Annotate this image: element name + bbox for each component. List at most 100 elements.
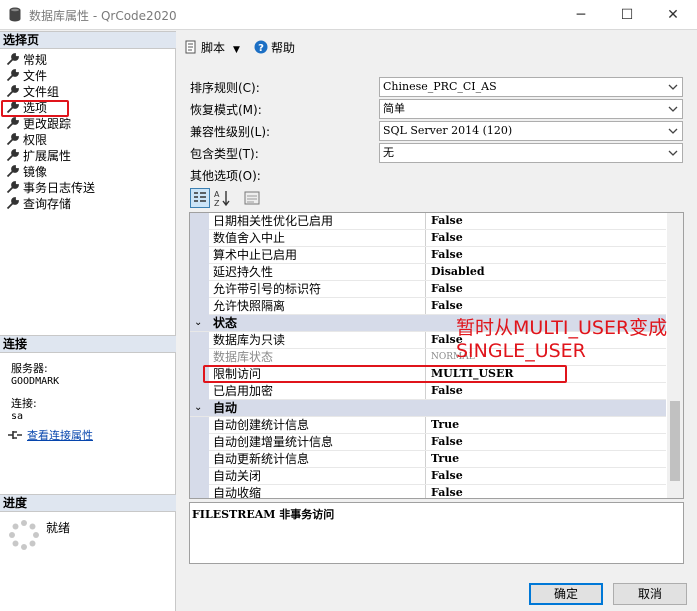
- grid-row[interactable]: 自动更新统计信息 True: [190, 451, 666, 468]
- chevron-down-icon: [668, 150, 678, 156]
- grid-row[interactable]: 允许带引号的标识符 False: [190, 281, 666, 298]
- help-icon: ?: [254, 40, 268, 54]
- sidebar-item-label: 扩展属性: [23, 149, 72, 163]
- containment-type-value: 无: [383, 146, 394, 159]
- collation-value: Chinese_PRC_CI_AS: [383, 80, 497, 93]
- sidebar-item-label: 查询存储: [23, 197, 72, 211]
- sidebar-item-label: 权限: [23, 133, 48, 147]
- connection-header: 连接: [0, 335, 176, 353]
- chevron-down-icon: [668, 106, 678, 112]
- view-connection-properties[interactable]: 查看连接属性: [7, 429, 93, 442]
- sidebar-item-extended-properties[interactable]: 扩展属性: [6, 148, 71, 164]
- grid-view-buttons: AZ: [190, 187, 266, 209]
- grid-row[interactable]: 算术中止已启用 False: [190, 247, 666, 264]
- wrench-icon: [6, 117, 19, 130]
- grid-category-automatic[interactable]: ⌄ 自动: [190, 400, 666, 417]
- sidebar-item-label: 常规: [23, 53, 48, 67]
- compatibility-level-value: SQL Server 2014 (120): [383, 124, 513, 137]
- containment-type-label: 包含类型(T):: [190, 147, 259, 161]
- restrict-access-highlight-box: [203, 365, 567, 383]
- property-grid: 日期相关性优化已启用 False 数值舍入中止 False 算术中止已启用 False…: [189, 212, 684, 499]
- categorized-view-icon[interactable]: [190, 188, 210, 208]
- database-icon: [9, 7, 21, 22]
- sidebar-item-permissions[interactable]: 权限: [6, 132, 47, 148]
- server-label: 服务器:: [11, 362, 48, 375]
- annotation-line-2: SINGLE_USER: [456, 340, 586, 362]
- sidebar-item-files[interactable]: 文件: [6, 68, 47, 84]
- sidebar-item-label: 文件组: [23, 85, 60, 99]
- window-title: 数据库属性 - QrCode2020: [29, 9, 177, 23]
- progress-header: 进度: [0, 494, 176, 512]
- grid-row[interactable]: 数值舍入中止 False: [190, 230, 666, 247]
- sidebar: 选择页 常规 文件 文件组 选项 更改跟踪 权限 扩展属性 镜像 事务日志传送 …: [0, 31, 176, 611]
- wrench-icon: [6, 149, 19, 162]
- script-icon: [185, 40, 196, 54]
- scrollbar-thumb[interactable]: [670, 401, 680, 481]
- connection-label: 连接:: [11, 397, 37, 410]
- recovery-model-combo[interactable]: 简单: [379, 99, 683, 119]
- compatibility-level-combo[interactable]: SQL Server 2014 (120): [379, 121, 683, 141]
- connection-plug-icon: [8, 431, 22, 439]
- grid-row[interactable]: 自动创建统计信息 True: [190, 417, 666, 434]
- sidebar-item-log-shipping[interactable]: 事务日志传送: [6, 180, 95, 196]
- grid-row[interactable]: 日期相关性优化已启用 False: [190, 213, 666, 230]
- property-pages-icon[interactable]: [242, 188, 262, 208]
- help-label: 帮助: [271, 41, 296, 55]
- grid-scrollbar[interactable]: [667, 213, 683, 498]
- sidebar-item-label: 镜像: [23, 165, 48, 179]
- ok-button[interactable]: 确定: [529, 583, 603, 605]
- sidebar-item-change-tracking[interactable]: 更改跟踪: [6, 116, 71, 132]
- sidebar-item-label: 事务日志传送: [23, 181, 96, 195]
- collation-label: 排序规则(C):: [190, 81, 260, 95]
- options-highlight-box: [1, 100, 69, 117]
- help-button[interactable]: ? 帮助: [254, 39, 295, 56]
- sort-alphabetical-icon[interactable]: AZ: [212, 188, 232, 208]
- grid-row[interactable]: 自动关闭 False: [190, 468, 666, 485]
- sidebar-item-general[interactable]: 常规: [6, 52, 47, 68]
- collapse-icon[interactable]: ⌄: [194, 315, 206, 331]
- grid-row[interactable]: 自动收缩 False: [190, 485, 666, 498]
- script-label: 脚本: [201, 41, 226, 55]
- grid-row[interactable]: 延迟持久性 Disabled: [190, 264, 666, 281]
- wrench-icon: [6, 197, 19, 210]
- maximize-button[interactable]: ☐: [604, 0, 650, 30]
- close-button[interactable]: ✕: [650, 0, 696, 30]
- wrench-icon: [6, 133, 19, 146]
- annotation-line-1: 暂时从MULTI_USER变成: [456, 317, 668, 339]
- sidebar-item-label: 文件: [23, 69, 48, 83]
- wrench-icon: [6, 69, 19, 82]
- wrench-icon: [6, 165, 19, 178]
- wrench-icon: [6, 85, 19, 98]
- grid-row[interactable]: 自动创建增量统计信息 False: [190, 434, 666, 451]
- chevron-down-icon: [668, 128, 678, 134]
- property-description: FILESTREAM 非事务访问: [189, 502, 684, 564]
- containment-type-combo[interactable]: 无: [379, 143, 683, 163]
- sidebar-item-query-store[interactable]: 查询存储: [6, 196, 71, 212]
- recovery-model-value: 简单: [383, 102, 405, 115]
- script-button[interactable]: 脚本 ▼: [184, 39, 240, 56]
- grid-row[interactable]: 已启用加密 False: [190, 383, 666, 400]
- cancel-button[interactable]: 取消: [613, 583, 687, 605]
- sidebar-item-filegroups[interactable]: 文件组: [6, 84, 59, 100]
- wrench-icon: [6, 181, 19, 194]
- recovery-model-label: 恢复模式(M):: [190, 103, 262, 117]
- connection-value: sa: [11, 411, 24, 422]
- title-bar: 数据库属性 - QrCode2020 ─ ☐ ✕: [0, 0, 697, 30]
- toolbar: 脚本 ▼ ? 帮助: [178, 34, 697, 60]
- other-options-label: 其他选项(O):: [190, 169, 261, 183]
- collapse-icon[interactable]: ⌄: [194, 400, 206, 416]
- minimize-button[interactable]: ─: [558, 0, 604, 30]
- svg-text:A: A: [214, 190, 220, 199]
- progress-status: 就绪: [46, 521, 71, 535]
- dropdown-arrow-icon[interactable]: ▼: [233, 45, 240, 55]
- svg-text:?: ?: [258, 43, 264, 54]
- sidebar-item-mirroring[interactable]: 镜像: [6, 164, 47, 180]
- collation-combo[interactable]: Chinese_PRC_CI_AS: [379, 77, 683, 97]
- view-connection-link[interactable]: 查看连接属性: [27, 429, 93, 442]
- grid-row: 数据库状态 NORMAL: [190, 349, 666, 366]
- wrench-icon: [6, 53, 19, 66]
- svg-text:Z: Z: [214, 199, 220, 208]
- sidebar-item-label: 更改跟踪: [23, 117, 72, 131]
- progress-spinner-icon: [9, 520, 39, 550]
- server-value: GOODMARK: [11, 376, 60, 387]
